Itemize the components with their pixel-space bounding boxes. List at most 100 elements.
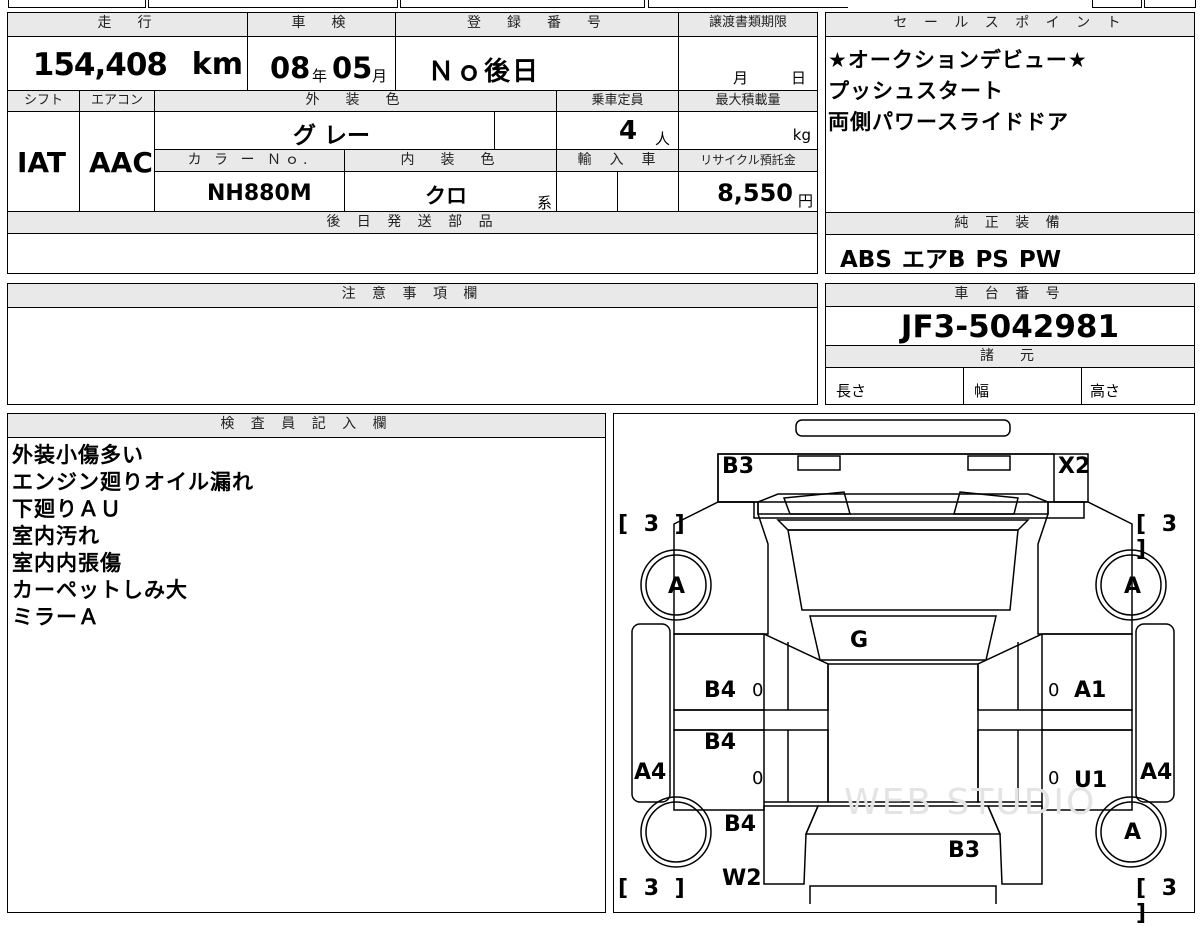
spec-height: 高さ	[1082, 368, 1194, 404]
inspector-line: カーペットしみ大	[12, 578, 188, 602]
capacity-cell: 4 人	[557, 112, 679, 150]
mark-w2-rear: W2	[722, 866, 762, 891]
mark-zero-2: 0	[1048, 680, 1060, 701]
max-load-header: 最大積載量	[679, 91, 817, 112]
capacity-unit: 人	[655, 130, 671, 148]
exterior-color-value: グ レー	[293, 123, 371, 149]
import-header: 輸 入 車	[557, 150, 679, 172]
sales-points-box: セ ー ル ス ポ イ ン ト ★オークションデビュー★ プッシュスタート 両側…	[825, 12, 1195, 274]
mark-b3-rear: B3	[948, 838, 981, 863]
spec-length-label: 長さ	[836, 382, 867, 400]
mark-wheel-rr: A	[1124, 820, 1142, 845]
capacity-value: 4	[619, 116, 638, 146]
load-unit: kg	[792, 126, 811, 144]
sales-point-item: ★オークションデビュー★	[828, 48, 1088, 72]
shift-header: シフト	[8, 91, 80, 112]
later-parts-header: 後 日 発 送 部 品	[8, 212, 817, 234]
mileage-unit: km	[191, 47, 243, 82]
car-outline	[631, 419, 1175, 904]
inspector-line: 室内汚れ	[12, 524, 100, 548]
notes-box: 注 意 事 項 欄	[7, 283, 818, 405]
capacity-header: 乗車定員	[557, 91, 679, 112]
notes-value	[12, 312, 812, 400]
mileage-value: 154,408	[32, 47, 168, 83]
max-load-cell: kg	[679, 112, 817, 150]
shift-cell: IAT	[8, 112, 80, 212]
aircon-header: エアコン	[80, 91, 155, 112]
mileage-cell: 154,408 km	[8, 37, 248, 91]
equipment-header: 純 正 装 備	[826, 213, 1194, 235]
registration-number: Ｎｏ後日	[428, 57, 541, 87]
interior-color-header: 内 装 色	[345, 150, 557, 172]
vehicle-info-table: 走 行 車 検 登 録 番 号 譲渡書類期限 154,408 km 08 年 0…	[7, 12, 818, 274]
recycle-unit: 円	[797, 192, 813, 210]
interior-color-cell: クロ 系	[345, 172, 557, 212]
specs-header: 諸 元	[826, 346, 1194, 368]
chassis-number: JF3-5042981	[826, 308, 1194, 346]
tire-tread-fl: [ 3 ]	[618, 512, 689, 537]
import-cell-1	[557, 172, 618, 212]
inspection-year: 08	[270, 51, 311, 85]
chassis-box: 車 台 番 号 JF3-5042981 諸 元 長さ 幅 高さ	[825, 283, 1195, 405]
deadline-header: 譲渡書類期限	[679, 13, 817, 37]
sales-point-item: 両側パワースライドドア	[828, 110, 1069, 134]
spec-length: 長さ	[826, 368, 964, 404]
mark-wheel-fr: A	[1124, 574, 1142, 599]
aircon-value: AAC	[89, 146, 153, 179]
inspector-line: 下廻りＡＵ	[12, 497, 122, 521]
mark-a4-left-sill: A4	[634, 760, 667, 785]
shift-value: IAT	[17, 146, 67, 179]
later-parts-value	[8, 234, 817, 273]
color-no-value: NH880M	[207, 181, 312, 206]
recycle-header: リサイクル預託金	[679, 150, 817, 172]
year-unit: 年	[312, 67, 328, 85]
interior-color-value: クロ	[425, 184, 467, 208]
sales-points-header: セ ー ル ス ポ イ ン ト	[826, 13, 1194, 37]
exterior-color-header: 外 装 色	[155, 91, 557, 112]
aircon-cell: AAC	[80, 112, 155, 212]
deadline-month-unit: 月	[733, 69, 749, 87]
mark-b3-front: B3	[722, 454, 755, 479]
mark-b4-rear-quarter: B4	[724, 812, 757, 837]
inspector-box: 検 査 員 記 入 欄 外装小傷多い エンジン廻りオイル漏れ 下廻りＡＵ 室内汚…	[7, 413, 606, 913]
mark-zero-4: 0	[1048, 768, 1060, 789]
mark-a4-right-sill: A4	[1140, 760, 1173, 785]
recycle-fee-value: 8,550	[717, 179, 793, 207]
registration-header: 登 録 番 号	[396, 13, 679, 37]
exterior-color-cell: グ レー	[155, 112, 495, 150]
sales-point-item: プッシュスタート	[828, 79, 1004, 103]
mark-u1-rear-right-door: U1	[1074, 768, 1108, 793]
spec-width-label: 幅	[974, 382, 990, 400]
chassis-header: 車 台 番 号	[826, 284, 1194, 307]
mark-a1-front-right-door: A1	[1074, 678, 1107, 703]
top-strip	[8, 0, 1196, 8]
color-no-header: カ ラ ー Ｎｏ.	[155, 150, 345, 172]
spec-height-label: 高さ	[1090, 382, 1121, 400]
mark-x2-front: X2	[1058, 454, 1091, 479]
tire-tread-rl: [ 3 ]	[618, 876, 689, 901]
exterior-color-extra-cell	[495, 112, 557, 150]
mark-zero-3: 0	[752, 768, 764, 789]
mark-b4-front-left-door: B4	[704, 678, 737, 703]
import-cell-2	[618, 172, 679, 212]
inspection-header: 車 検	[248, 13, 396, 37]
month-unit: 月	[372, 67, 388, 85]
color-no-cell: NH880M	[155, 172, 345, 212]
car-condition-diagram: WEB STUDIO B3 X2 [ 3 ] [ 3 ] A A G B4 0 …	[613, 413, 1195, 926]
deadline-day-unit: 日	[791, 69, 807, 87]
inspector-line: 外装小傷多い	[12, 443, 144, 467]
inspection-cell: 08 年 05 月	[248, 37, 396, 91]
spec-width: 幅	[964, 368, 1082, 404]
deadline-cell: 月 日	[679, 37, 817, 91]
inspector-line: ミラーＡ	[12, 605, 100, 629]
interior-suffix: 系	[536, 194, 552, 212]
inspector-line: 室内内張傷	[12, 551, 122, 575]
mark-wheel-fl: A	[668, 574, 686, 599]
mark-g-windshield: G	[850, 628, 869, 653]
mark-b4-rear-left-door: B4	[704, 730, 737, 755]
inspector-header: 検 査 員 記 入 欄	[8, 414, 605, 438]
inspector-lines: 外装小傷多い エンジン廻りオイル漏れ 下廻りＡＵ 室内汚れ 室内内張傷 カーペッ…	[12, 442, 602, 631]
equipment-value: ABS エアB PS PW	[840, 247, 1062, 273]
tire-tread-rr: [ 3 ]	[1136, 876, 1182, 926]
sales-points-list: ★オークションデビュー★ プッシュスタート 両側パワースライドドア	[828, 45, 1192, 138]
